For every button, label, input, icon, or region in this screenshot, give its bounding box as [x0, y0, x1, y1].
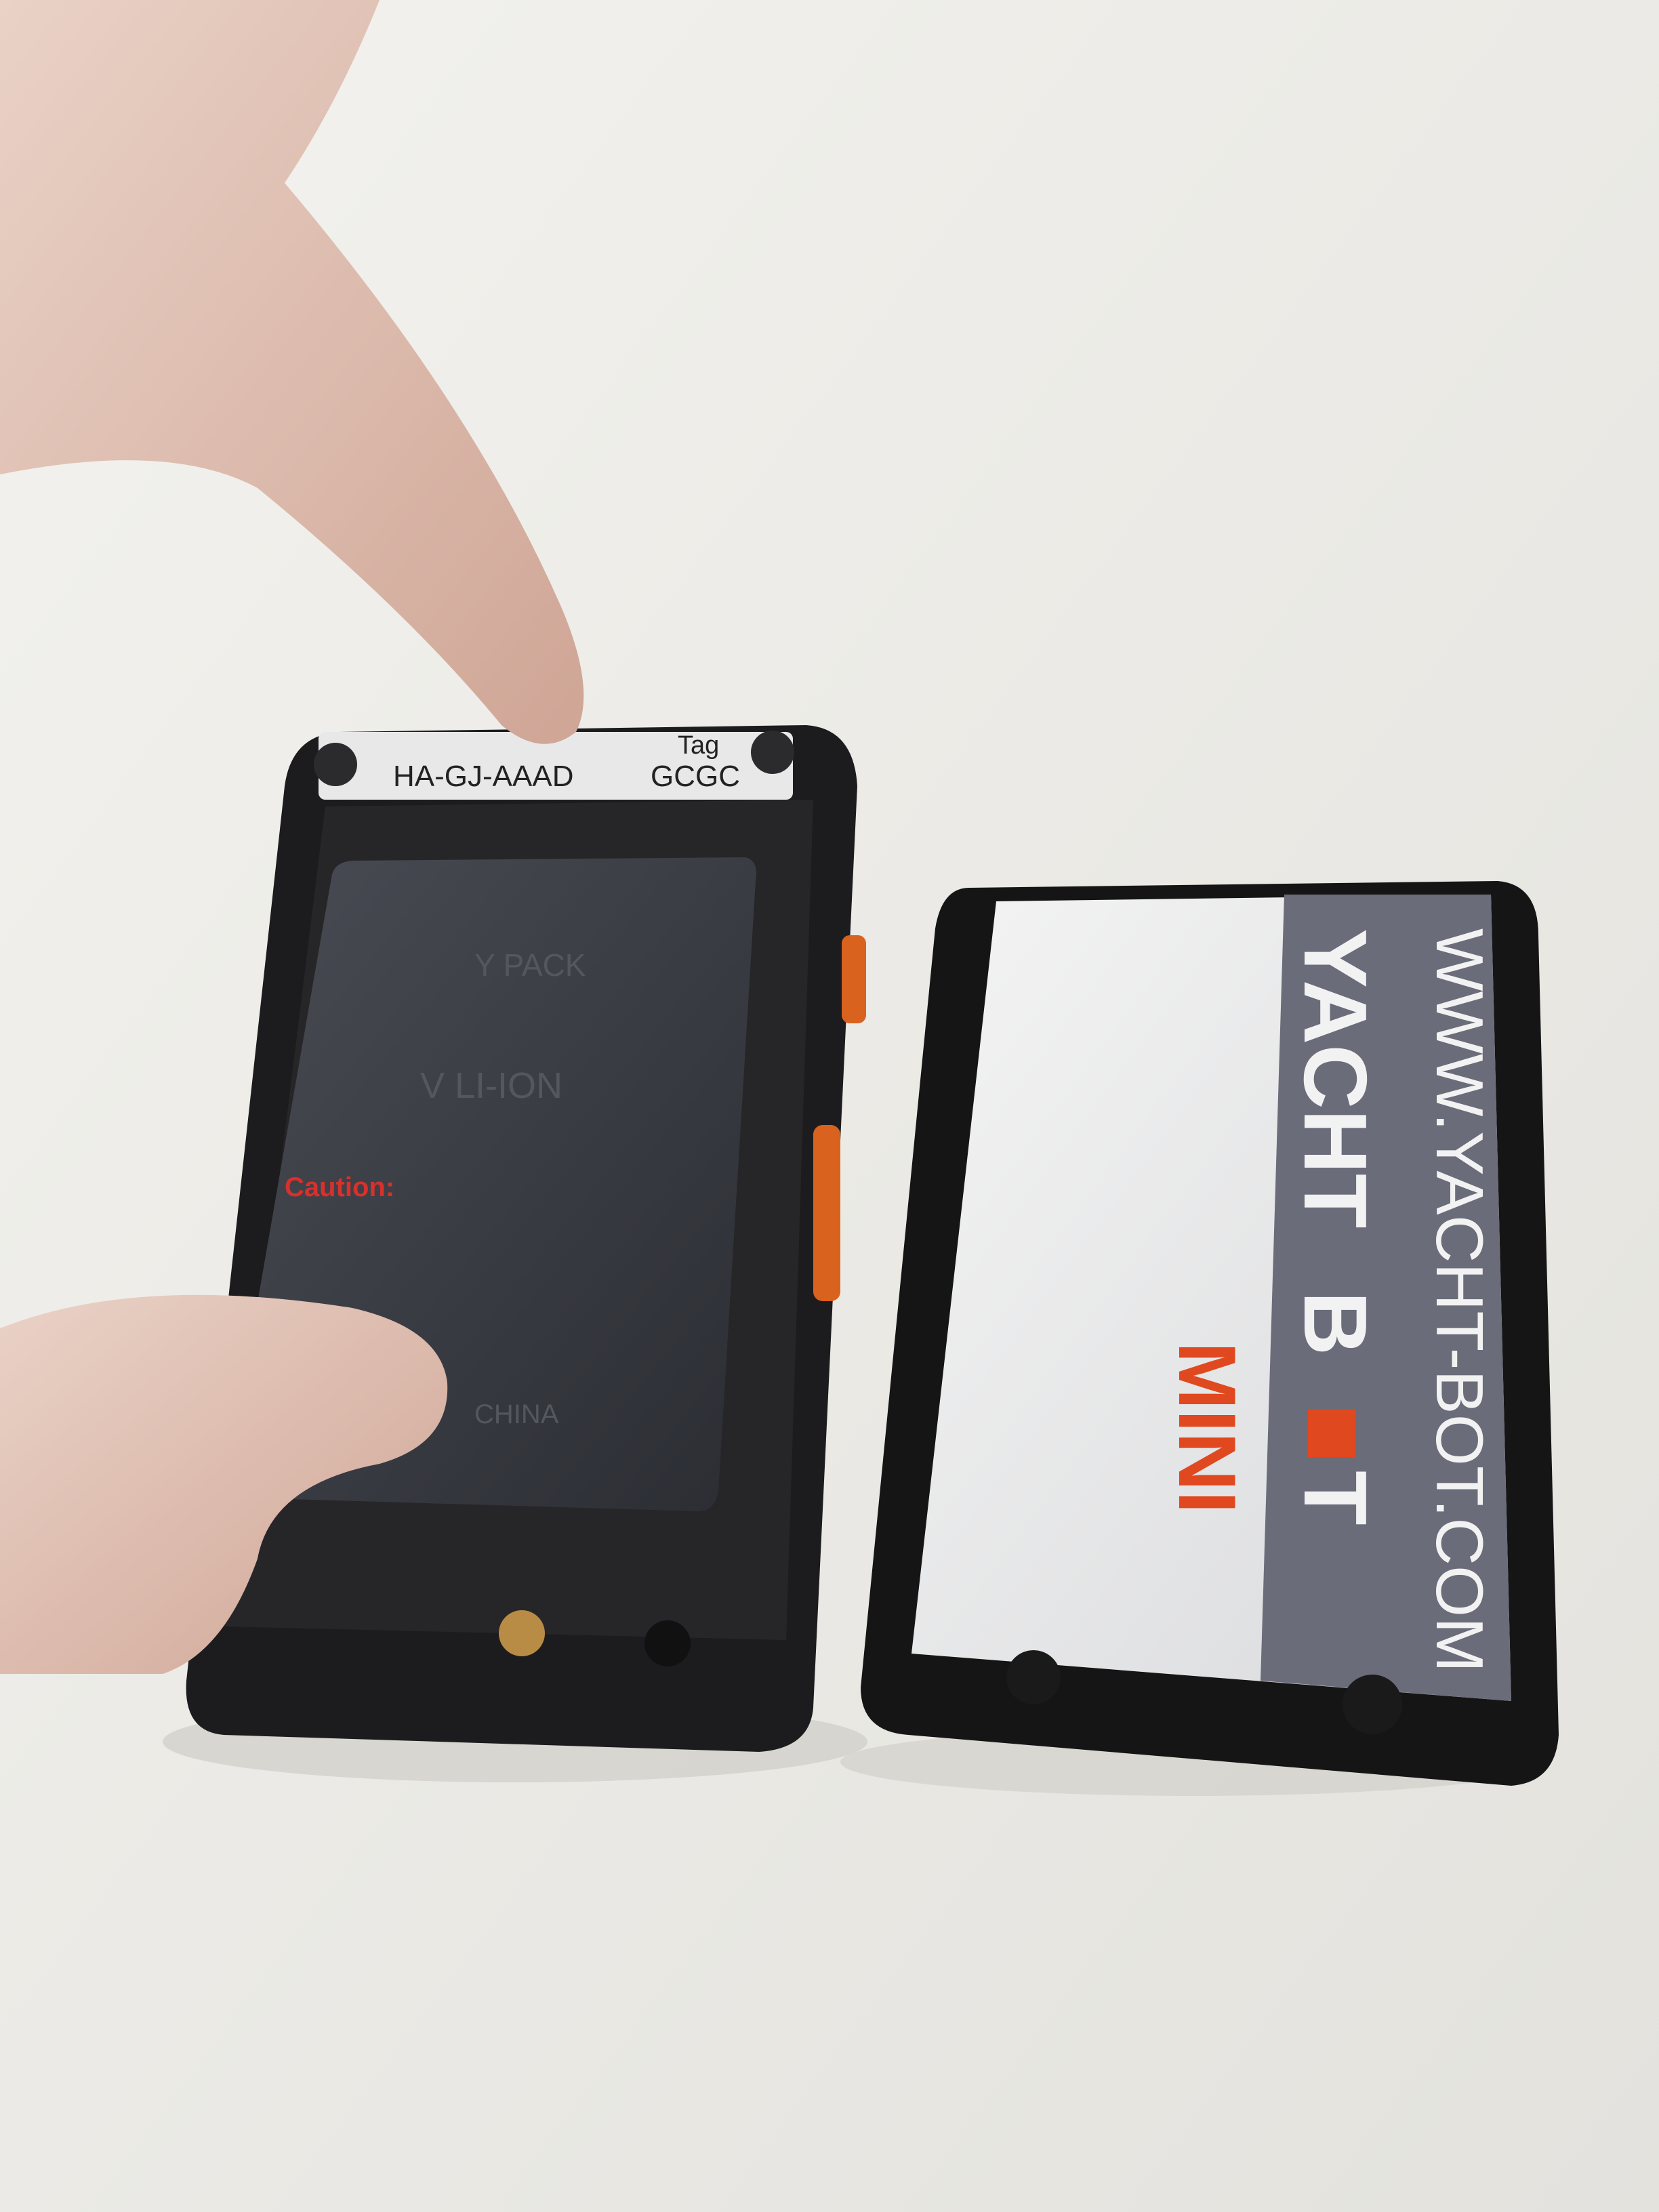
cover-model-text: MINI	[1162, 1342, 1252, 1513]
battery-origin-text: CHINA	[474, 1399, 559, 1429]
brass-screw	[499, 1610, 545, 1656]
cover-brand-yacht: YACHT	[1286, 928, 1385, 1229]
cover-website-text: WWW.YACHT-BOT.COM	[1422, 928, 1497, 1673]
side-button-lower	[813, 1125, 840, 1301]
side-button-upper	[842, 935, 866, 1023]
tag-value-text: GCGC	[651, 760, 740, 793]
device-open: HA-GJ-AAAD Tag GCGC Y PACK V LI-ION Caut…	[186, 725, 866, 1752]
cover-brand-t: T	[1286, 1471, 1385, 1525]
cover-brand-b: B	[1286, 1291, 1385, 1355]
brand-o-dot	[1308, 1410, 1355, 1457]
battery-chem-text: V LI-ION	[420, 1065, 562, 1106]
black-screw-right	[644, 1620, 691, 1666]
serial-number-text: HA-GJ-AAAD	[393, 760, 573, 793]
battery-caution-text: Caution:	[285, 1172, 394, 1202]
cover-screw-left	[1006, 1650, 1061, 1704]
battery-pack-text: Y PACK	[474, 947, 586, 983]
cover-screw-right	[1343, 1675, 1402, 1734]
photo-scene: HA-GJ-AAAD Tag GCGC Y PACK V LI-ION Caut…	[0, 0, 1659, 2212]
tag-heading-text: Tag	[678, 731, 719, 760]
